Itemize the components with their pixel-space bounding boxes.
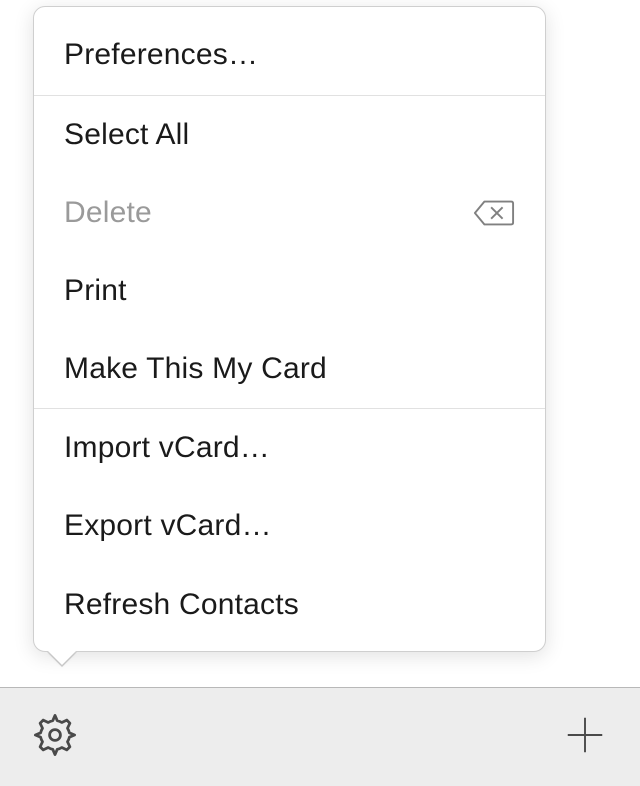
settings-popover-menu: Preferences… Select All Delete Print Mak… xyxy=(33,6,546,652)
menu-item-label: Export vCard… xyxy=(64,509,272,543)
add-button[interactable] xyxy=(560,712,610,762)
toolbar xyxy=(0,688,640,786)
menu-item-delete: Delete xyxy=(34,174,545,252)
menu-item-refresh-contacts[interactable]: Refresh Contacts xyxy=(34,565,545,651)
backspace-icon xyxy=(473,198,515,228)
menu-item-select-all[interactable]: Select All xyxy=(34,96,545,174)
menu-item-export-vcard[interactable]: Export vCard… xyxy=(34,487,545,565)
gear-icon xyxy=(31,711,79,764)
menu-item-label: Import vCard… xyxy=(64,431,270,465)
menu-item-print[interactable]: Print xyxy=(34,252,545,330)
menu-item-preferences[interactable]: Preferences… xyxy=(34,7,545,95)
plus-icon xyxy=(562,712,608,763)
menu-item-label: Preferences… xyxy=(64,38,258,72)
settings-button[interactable] xyxy=(30,712,80,762)
menu-item-label: Select All xyxy=(64,118,189,152)
menu-item-label: Refresh Contacts xyxy=(64,588,299,622)
menu-item-import-vcard[interactable]: Import vCard… xyxy=(34,409,545,487)
menu-item-label: Delete xyxy=(64,196,152,230)
menu-item-label: Print xyxy=(64,274,127,308)
menu-item-label: Make This My Card xyxy=(64,352,327,386)
menu-item-make-my-card[interactable]: Make This My Card xyxy=(34,330,545,408)
